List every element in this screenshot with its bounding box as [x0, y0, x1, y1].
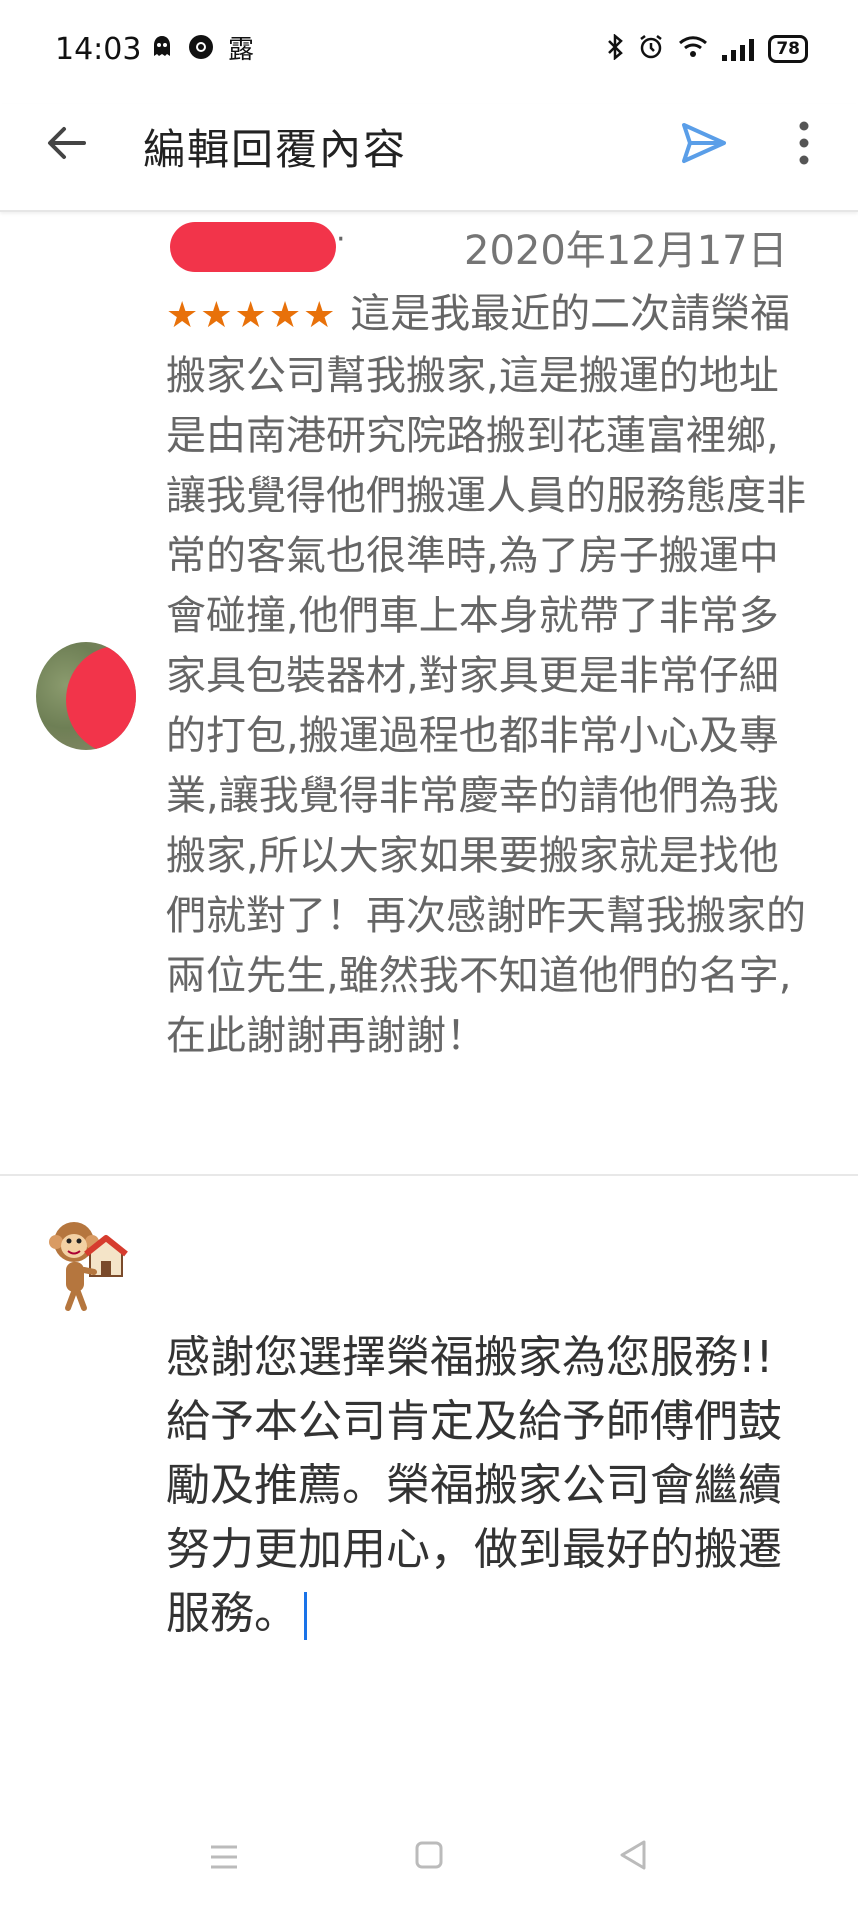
chrome-icon: [188, 34, 214, 65]
back-button[interactable]: [42, 118, 92, 168]
bluetooth-icon: [606, 33, 624, 64]
signal-icon: [722, 37, 755, 61]
reply-text: 感謝您選擇榮福搬家為您服務!! 給予本公司肯定及給予師傅們鼓勵及推薦。榮福搬家公…: [166, 1332, 782, 1639]
status-time: 14:03: [55, 32, 142, 67]
reply-editor[interactable]: 感謝您選擇榮福搬家為您服務!! 給予本公司肯定及給予師傅們鼓勵及推薦。榮福搬家公…: [166, 1326, 816, 1646]
system-back-button[interactable]: [616, 1838, 650, 1872]
send-button[interactable]: [678, 117, 730, 169]
battery-icon: 78: [768, 35, 808, 63]
divider: [0, 1174, 858, 1176]
separator-dot: ·: [336, 222, 346, 257]
reviewer-avatar: [36, 642, 136, 750]
page-title: 編輯回覆內容: [143, 125, 408, 174]
back-triangle-icon: [620, 1840, 646, 1870]
screen: 14:03 露 78 編輯回覆內容 · 2020年12月17日 ★★★★★ 這是…: [0, 0, 858, 1907]
home-button[interactable]: [414, 1840, 444, 1870]
home-icon: [415, 1841, 443, 1869]
review-text: 這是我最近的二次請榮福搬家公司幫我搬家,這是搬運的地址是由南港研究院路搬到花蓮富…: [166, 291, 806, 1059]
owner-avatar: [44, 1214, 134, 1314]
arrow-left-icon: [48, 127, 86, 159]
status-right-icons: 78: [606, 33, 808, 64]
weather-icon: 露: [228, 34, 255, 65]
review-date: 2020年12月17日: [464, 228, 788, 274]
status-left-icons: 露: [150, 34, 254, 65]
avatar-redaction: [66, 646, 136, 750]
alarm-icon: [638, 34, 664, 64]
monkey-mascot-icon: [49, 1222, 128, 1311]
status-bar: 14:03 露 78: [0, 0, 858, 104]
text-cursor: [304, 1592, 307, 1640]
wifi-icon: [678, 35, 708, 63]
rating-stars: ★★★★★: [166, 295, 338, 336]
reviewer-name-redacted: [170, 222, 336, 272]
review-body: ★★★★★ 這是我最近的二次請榮福搬家公司幫我搬家,這是搬運的地址是由南港研究院…: [166, 284, 816, 1066]
ghost-icon: [150, 34, 174, 65]
more-options-button[interactable]: [792, 118, 816, 168]
more-vert-icon: [799, 121, 809, 165]
recent-apps-button[interactable]: [208, 1842, 240, 1872]
menu-icon: [211, 1845, 237, 1869]
send-icon: [682, 123, 726, 163]
